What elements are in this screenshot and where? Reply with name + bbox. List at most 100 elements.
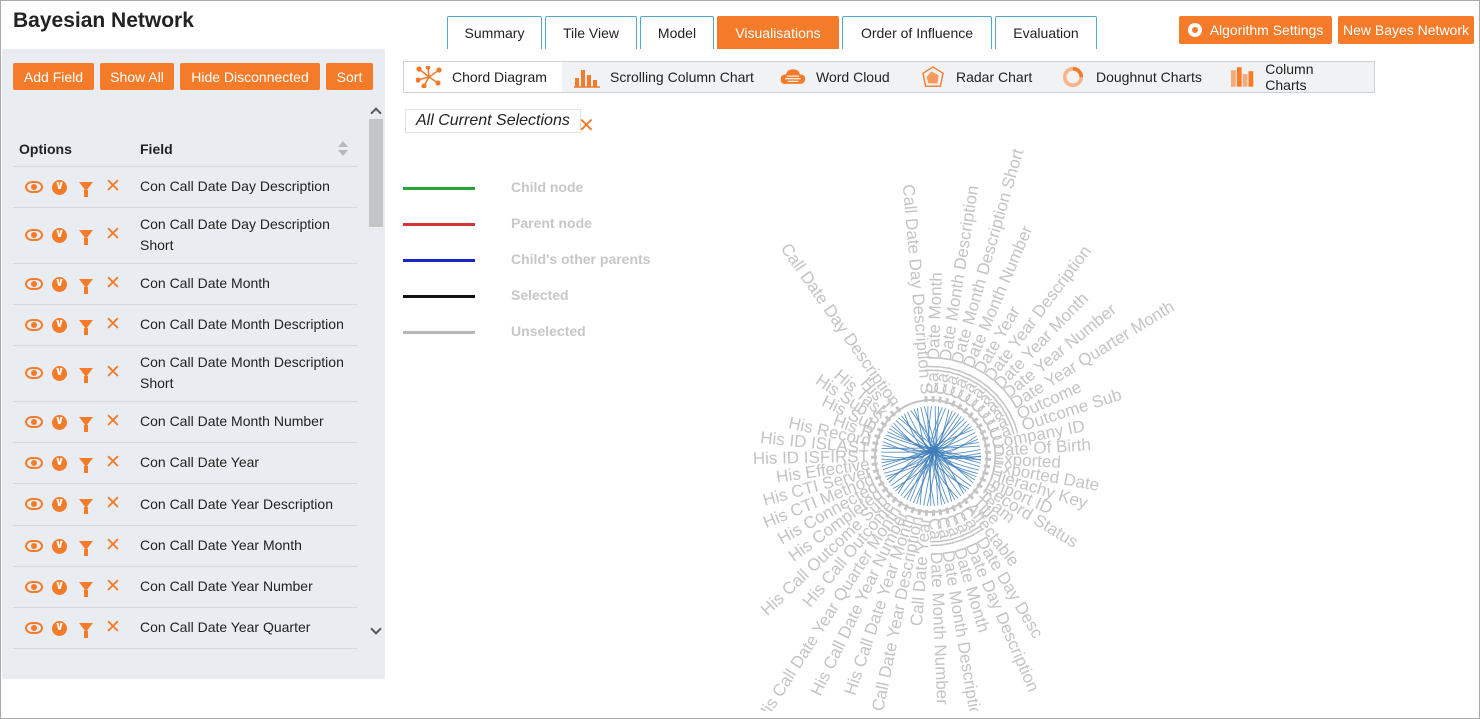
show-field-eye-icon[interactable] [25,318,43,335]
chord-node-marker[interactable] [872,468,880,474]
chord-node-marker[interactable] [938,509,943,516]
algorithm-settings-button[interactable]: Algorithm Settings [1179,16,1332,44]
connection-circle-icon[interactable] [52,178,68,196]
table-row[interactable]: ✕ Con Call Date Day Description Short [13,208,357,264]
table-row[interactable]: ✕ Con Call Date Year Month [13,526,357,567]
show-field-eye-icon[interactable] [25,180,43,197]
radar-chart-button[interactable]: Radar Chart [908,62,1048,92]
current-selections-chip[interactable]: All Current Selections [405,109,581,133]
tab-summary[interactable]: Summary [447,16,542,49]
remove-field-x-icon[interactable]: ✕ [105,536,121,555]
connection-circle-icon[interactable] [52,578,68,596]
column-charts-button[interactable]: Column Charts [1218,61,1368,93]
filter-funnel-icon[interactable] [79,540,95,557]
chord-node-marker[interactable] [910,506,916,514]
filter-funnel-icon[interactable] [79,368,95,384]
table-row[interactable]: ✕ Con Call Date Month Description [13,305,357,346]
chord-node-marker[interactable] [983,464,991,469]
chord-node-marker[interactable] [874,475,882,481]
remove-field-x-icon[interactable]: ✕ [105,274,121,293]
connection-circle-icon[interactable] [52,226,68,244]
connection-circle-icon[interactable] [52,495,68,513]
show-field-eye-icon[interactable] [25,498,43,514]
connection-circle-icon[interactable] [52,364,68,382]
remove-field-x-icon[interactable]: ✕ [105,618,121,637]
show-field-eye-icon[interactable] [25,277,43,294]
show-field-eye-icon[interactable] [25,229,43,245]
tab-evaluation[interactable]: Evaluation [995,16,1097,49]
connection-circle-icon[interactable] [52,275,68,293]
show-all-button[interactable]: Show All [100,63,174,90]
remove-field-x-icon[interactable]: ✕ [105,494,121,513]
table-row[interactable]: ✕ Con Call Date Month [13,264,357,305]
scroll-down-arrow-icon[interactable] [370,623,382,635]
remove-field-x-icon[interactable]: ✕ [105,577,121,596]
connection-circle-icon[interactable] [52,454,68,472]
add-field-button[interactable]: Add Field [13,63,94,90]
chord-node-marker[interactable] [872,441,879,446]
connection-circle-icon[interactable] [52,413,68,431]
chord-node-marker[interactable] [874,434,881,440]
table-row[interactable]: ✕ Con Call Date Month Number [13,402,357,443]
filter-funnel-icon[interactable] [79,622,95,639]
word-cloud-button[interactable]: Word Cloud [768,62,908,92]
remove-field-x-icon[interactable]: ✕ [105,363,121,382]
table-row[interactable]: ✕ Con Call Date Year [13,443,357,484]
field-table-scrollbar[interactable] [368,103,385,643]
show-field-eye-icon[interactable] [25,415,43,432]
remove-field-x-icon[interactable]: ✕ [105,225,121,244]
chord-node-marker[interactable] [981,436,989,441]
show-field-eye-icon[interactable] [25,580,43,597]
chord-node-marker[interactable] [917,508,922,516]
chord-node-marker[interactable] [967,493,975,500]
scroll-thumb[interactable] [369,119,383,227]
filter-funnel-icon[interactable] [79,181,95,198]
chord-node-marker[interactable] [944,397,950,405]
field-column-header[interactable]: Field [140,141,173,157]
filter-funnel-icon[interactable] [79,278,95,295]
filter-funnel-icon[interactable] [79,581,95,598]
remove-field-x-icon[interactable]: ✕ [105,412,121,431]
chord-node-marker[interactable] [871,448,878,452]
table-row[interactable]: ✕ Con Call Date Day Description [13,167,357,208]
sort-arrows-icon[interactable] [338,141,348,157]
doughnut-charts-button[interactable]: Doughnut Charts [1048,62,1218,92]
chord-node-marker[interactable] [924,396,928,403]
filter-funnel-icon[interactable] [79,319,95,336]
connection-circle-icon[interactable] [52,316,68,334]
scrolling-column-chart-button[interactable]: Scrolling Column Chart [562,62,768,92]
filter-funnel-icon[interactable] [79,457,95,474]
new-bayes-network-button[interactable]: New Bayes Network [1338,16,1474,44]
filter-funnel-icon[interactable] [79,230,95,246]
sort-button[interactable]: Sort [326,63,373,90]
hide-disconnected-button[interactable]: Hide Disconnected [180,63,320,90]
show-field-eye-icon[interactable] [25,621,43,638]
clear-selections-close-icon[interactable]: ✕ [578,113,595,138]
connection-circle-icon[interactable] [52,537,68,555]
filter-funnel-icon[interactable] [79,499,95,515]
table-row[interactable]: ✕ Con Call Date Year Description [13,484,357,526]
connection-circle-icon[interactable] [52,619,68,637]
chord-node-marker[interactable] [871,462,878,467]
show-field-eye-icon[interactable] [25,539,43,556]
table-row[interactable]: ✕ Con Call Date Month Description Short [13,346,357,402]
chord-diagram-button[interactable]: Chord Diagram [404,62,562,92]
show-field-eye-icon[interactable] [25,456,43,473]
show-field-eye-icon[interactable] [25,367,43,383]
filter-funnel-icon[interactable] [79,416,95,433]
tab-model[interactable]: Model [640,16,714,49]
remove-field-x-icon[interactable]: ✕ [105,177,121,196]
tab-visualisations[interactable]: Visualisations [717,16,839,49]
remove-field-x-icon[interactable]: ✕ [105,453,121,472]
tab-order-of-influence[interactable]: Order of Influence [842,16,992,49]
tab-tile-view[interactable]: Tile View [545,16,637,49]
chord-node-marker[interactable] [938,396,942,403]
remove-field-x-icon[interactable]: ✕ [105,315,121,334]
chord-diagram[interactable]: Call Date Day Description SCall Date Mon… [621,141,1261,711]
table-row[interactable]: ✕ Con Call Date Year Number [13,567,357,608]
chord-node-marker[interactable] [944,507,950,514]
chord-node-marker[interactable] [982,470,989,476]
table-row[interactable]: ✕ Con Call Date Year Quarter [13,608,357,649]
chord-node-marker[interactable] [983,443,991,448]
scroll-up-arrow-icon[interactable] [370,107,382,119]
